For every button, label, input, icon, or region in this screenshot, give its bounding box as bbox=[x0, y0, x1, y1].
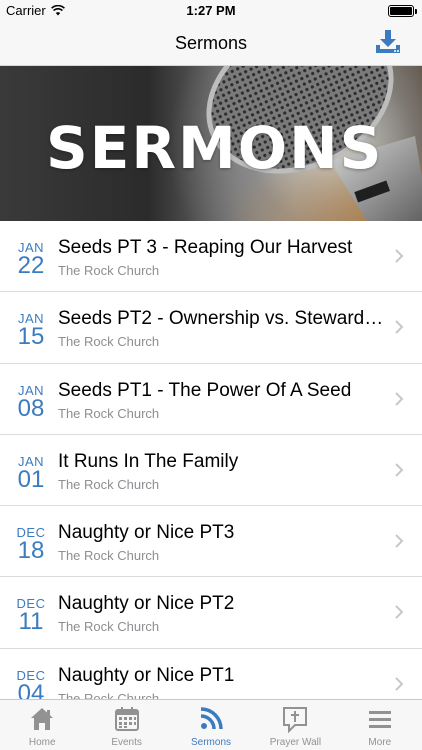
tab-label: Prayer Wall bbox=[269, 737, 322, 748]
tab-sermons[interactable]: Sermons bbox=[169, 700, 253, 750]
sermon-row[interactable]: JAN 15 Seeds PT2 - Ownership vs. Steward… bbox=[0, 292, 422, 364]
download-button[interactable] bbox=[374, 28, 402, 56]
menu-icon bbox=[368, 711, 391, 728]
sermon-subtitle: The Rock Church bbox=[58, 476, 160, 492]
sermon-date: JAN 08 bbox=[14, 384, 48, 421]
tab-label: Sermons bbox=[191, 737, 232, 748]
sermon-date: JAN 22 bbox=[14, 241, 48, 278]
sermon-row[interactable]: JAN 01 It Runs In The Family The Rock Ch… bbox=[0, 434, 422, 507]
download-icon bbox=[376, 30, 400, 53]
tab-bar: Home Events Sermons Prayer Wall More bbox=[0, 699, 422, 750]
tab-home[interactable]: Home bbox=[0, 700, 84, 750]
sermon-day: 01 bbox=[17, 465, 45, 493]
tab-label: Home bbox=[28, 737, 56, 748]
chevron-right-icon bbox=[395, 391, 404, 406]
sermon-row[interactable]: DEC 18 Naughty or Nice PT3 The Rock Chur… bbox=[0, 506, 422, 578]
tab-label: More bbox=[368, 737, 392, 748]
sermon-day: 08 bbox=[17, 394, 45, 422]
sermon-list[interactable]: JAN 22 Seeds PT 3 - Reaping Our Harvest … bbox=[0, 221, 422, 699]
sermon-title: Naughty or Nice PT3 bbox=[58, 522, 235, 544]
sermon-title: Naughty or Nice PT1 bbox=[58, 664, 235, 686]
rss-icon bbox=[200, 707, 223, 730]
home-icon bbox=[31, 708, 54, 730]
sermon-subtitle: The Rock Church bbox=[58, 619, 160, 635]
sermon-title: Seeds PT 3 - Reaping Our Harvest bbox=[58, 237, 353, 258]
sermon-date: JAN 15 bbox=[14, 312, 48, 349]
sermon-day: 18 bbox=[17, 537, 45, 565]
chevron-right-icon bbox=[395, 463, 404, 477]
nav-bar: Sermons bbox=[0, 22, 422, 66]
sermon-title: Seeds PT1 - The Power Of A Seed bbox=[58, 379, 352, 401]
sermon-date: DEC 18 bbox=[14, 526, 48, 563]
page-title: Sermons bbox=[174, 33, 248, 53]
sermon-row[interactable]: JAN 08 Seeds PT1 - The Power Of A Seed T… bbox=[0, 363, 422, 435]
chevron-right-icon bbox=[395, 605, 404, 620]
sermon-subtitle: The Rock Church bbox=[58, 263, 160, 278]
tab-label: Events bbox=[111, 737, 142, 748]
sermon-day: 15 bbox=[17, 323, 45, 351]
sermon-title: It Runs In The Family bbox=[58, 450, 239, 472]
status-time: 1:27 PM bbox=[186, 3, 236, 18]
sermon-day: 11 bbox=[18, 608, 44, 636]
sermon-date: JAN 01 bbox=[14, 455, 48, 492]
chevron-right-icon bbox=[395, 534, 404, 548]
calendar-icon bbox=[114, 707, 139, 731]
sermon-day: 22 bbox=[17, 252, 45, 279]
sermon-date: DEC 04 bbox=[14, 669, 48, 699]
sermon-day: 04 bbox=[17, 679, 45, 699]
prayer-icon bbox=[283, 707, 308, 733]
tab-prayer-wall[interactable]: Prayer Wall bbox=[253, 700, 337, 750]
sermon-subtitle: The Rock Church bbox=[58, 690, 160, 699]
tab-events[interactable]: Events bbox=[84, 700, 168, 750]
tab-more[interactable]: More bbox=[338, 700, 422, 750]
sermon-row[interactable]: JAN 22 Seeds PT 3 - Reaping Our Harvest … bbox=[0, 221, 422, 293]
hero-title: SERMONS bbox=[46, 114, 384, 182]
sermon-title: Seeds PT2 - Ownership vs. Steward… bbox=[58, 308, 384, 330]
hero-banner: SERMONS bbox=[0, 66, 422, 221]
sermon-subtitle: The Rock Church bbox=[58, 405, 160, 421]
battery-icon bbox=[388, 5, 417, 17]
status-bar: Carrier 1:27 PM bbox=[0, 0, 422, 22]
sermon-row[interactable]: DEC 04 Naughty or Nice PT1 The Rock Chur… bbox=[0, 648, 422, 699]
chevron-right-icon bbox=[395, 677, 404, 691]
sermon-title: Naughty or Nice PT2 bbox=[58, 593, 235, 615]
sermon-row[interactable]: DEC 11 Naughty or Nice PT2 The Rock Chur… bbox=[0, 577, 422, 649]
chevron-right-icon bbox=[395, 249, 404, 263]
sermon-subtitle: The Rock Church bbox=[58, 334, 160, 350]
sermon-subtitle: The Rock Church bbox=[58, 548, 160, 564]
sermon-date: DEC 11 bbox=[14, 597, 48, 634]
chevron-right-icon bbox=[395, 320, 404, 335]
